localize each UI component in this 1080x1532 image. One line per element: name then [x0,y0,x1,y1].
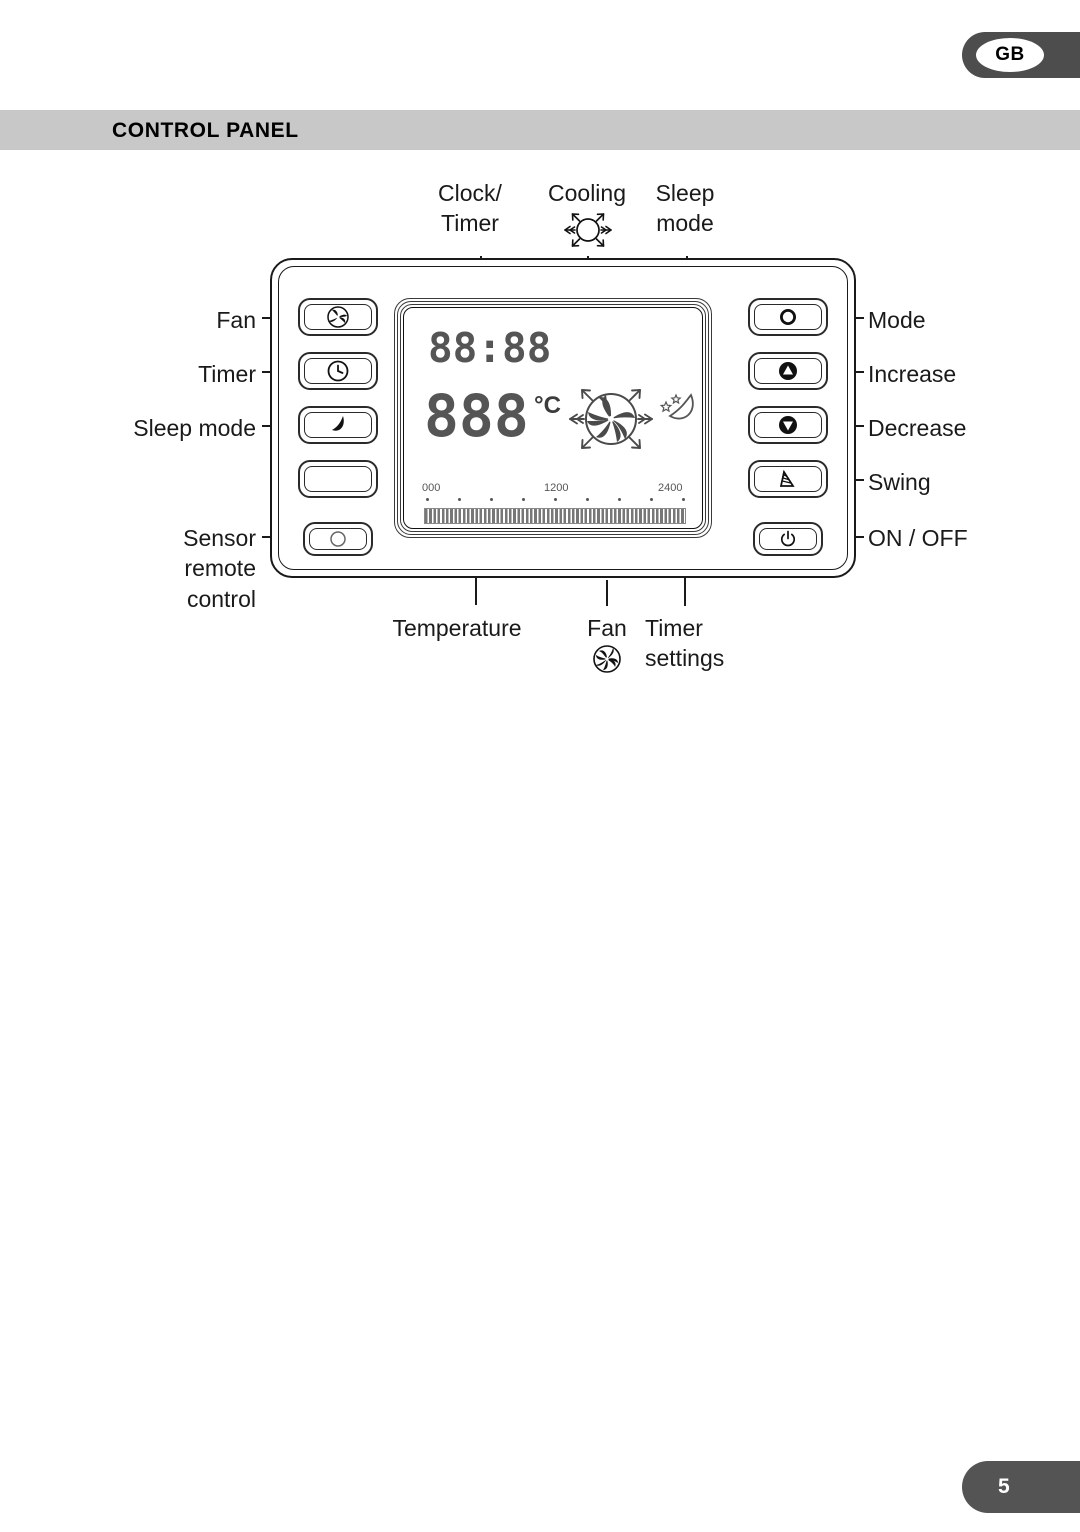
timer-progress-bar [424,508,686,524]
callout-cooling-label: Cooling [548,180,626,206]
sensor-button[interactable] [303,522,373,556]
moon-stars-icon [659,393,694,420]
callout-timer: Timer [100,359,256,389]
callout-fan-label: Fan [216,307,256,333]
tick-dot [618,498,621,501]
callout-clock-timer: Clock/ Timer [405,178,535,239]
callout-sleep-mode-display: Sleep mode [630,178,740,239]
callout-sensor-line2: remote [184,555,256,582]
callout-sleep-display-line1: Sleep [655,180,715,206]
tick-dot [426,498,429,501]
cooling-snowflake-icon [564,213,612,247]
section-header-band: CONTROL PANEL [0,110,1080,150]
language-code: GB [995,44,1025,65]
page-number: 5 [998,1475,1010,1498]
control-panel-body: 88:88 888 °C 000 1200 2400 [270,258,856,578]
fan-pinwheel-icon [593,645,621,673]
callout-clock-timer-line2: Timer [441,210,499,237]
page-number-tab: 5 [962,1461,1080,1513]
lcd-temperature-unit: °C [534,392,561,419]
tick-dot [650,498,653,501]
tick-dot [458,498,461,501]
callout-temperature-label: Temperature [392,615,522,641]
triangle-down-icon [779,416,797,434]
swing-button-glyph [750,462,826,496]
callout-cooling: Cooling [527,178,647,208]
tick-dot [522,498,525,501]
tick-dot [586,498,589,501]
callout-sensor-remote-control: Sensor remote control [80,523,256,614]
swing-button[interactable] [748,460,828,498]
power-button-glyph [755,524,821,554]
sleep-mode-button-glyph [300,408,376,442]
sensor-button-glyph [305,524,371,554]
fan-blades-icon [327,306,349,328]
increase-button[interactable] [748,352,828,390]
leader-line-fan-speed-upper [606,580,608,606]
callout-sleep-mode: Sleep mode [40,413,256,443]
callout-temperature: Temperature [378,613,536,643]
swing-louver-icon [780,469,795,487]
filled-circle-icon [780,309,796,325]
blank-button-ring [304,466,372,492]
callout-on-off: ON / OFF [868,523,968,553]
callout-mode: Mode [868,305,926,335]
timer-scale-label-000: 000 [422,482,441,494]
moon-icon [332,416,344,431]
language-badge-pill: GB [976,38,1044,72]
callout-increase-label: Increase [868,361,957,387]
mode-button[interactable] [748,298,828,336]
triangle-up-icon [779,362,797,380]
clock-icon [327,360,349,382]
lcd-temperature-value: 888 [424,382,529,450]
timer-button-glyph [300,354,376,388]
callout-increase: Increase [868,359,956,389]
decrease-button[interactable] [748,406,828,444]
power-button[interactable] [753,522,823,556]
callout-on-off-label: ON / OFF [868,525,968,551]
power-icon [780,530,796,547]
blank-button[interactable] [298,460,378,498]
lcd-display: 88:88 888 °C 000 1200 2400 [394,298,712,538]
decrease-button-glyph [750,408,826,442]
callout-sleep-display-line2: mode [656,210,714,237]
control-panel-figure: Clock/ Timer Cooling Sleep mode Fan Time… [0,150,1080,710]
callout-sensor-line3: control [186,585,256,612]
callout-timer-settings: Timer settings [645,613,724,674]
timer-scale-label-2400: 2400 [658,482,683,494]
callout-swing: Swing [868,467,931,497]
callout-timer-settings-line2: settings [645,645,725,672]
tick-dot [682,498,685,501]
callout-timer-settings-line1: Timer [645,615,703,641]
timer-scale-label-1200: 1200 [544,482,569,494]
lcd-clock-value: 88:88 [428,324,552,372]
page-title: CONTROL PANEL [112,119,299,142]
increase-button-glyph [750,354,826,388]
fan-button[interactable] [298,298,378,336]
callout-decrease: Decrease [868,413,966,443]
callout-timer-label: Timer [198,361,256,387]
timer-scale-ticks [426,498,685,504]
callout-sleep-mode-label: Sleep mode [133,415,256,441]
fan-snowflake-icon [569,389,653,449]
sleep-mode-button[interactable] [298,406,378,444]
callout-mode-label: Mode [868,307,926,333]
callout-fan: Fan [100,305,256,335]
callout-fan-speed-label: Fan [587,615,627,641]
lcd-face: 88:88 888 °C 000 1200 2400 [406,310,700,526]
callout-decrease-label: Decrease [868,415,967,441]
tick-dot [490,498,493,501]
callout-clock-timer-line1: Clock/ [438,180,502,206]
mode-button-glyph [750,300,826,334]
language-badge: GB [962,32,1080,78]
timer-button[interactable] [298,352,378,390]
callout-sensor-line1: Sensor [183,525,256,551]
callout-swing-label: Swing [868,469,931,495]
fan-button-glyph [300,300,376,334]
callout-fan-speed: Fan [576,613,638,643]
tick-dot [554,498,557,501]
sensor-circle-icon [330,531,346,547]
